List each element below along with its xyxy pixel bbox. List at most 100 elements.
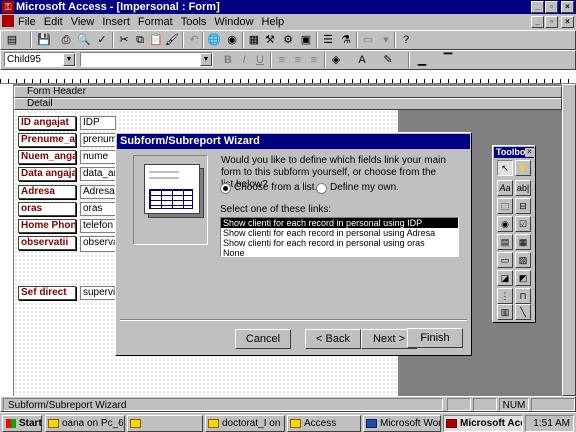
new-object-icon[interactable]: ▾ [378,32,394,48]
option-define-label[interactable]: Define my own. [330,182,399,193]
format-painter-icon[interactable]: 🖌 [164,32,180,48]
line-color-icon[interactable]: ✎ [380,52,396,68]
task-button[interactable]: doctorat_I on P... [205,415,285,432]
print-preview-icon[interactable]: 🔍 [76,32,92,48]
textbox-tool-icon[interactable]: ab| [515,180,531,196]
form-label[interactable]: Nuem_angajat [18,150,76,164]
code-icon[interactable]: ▣ [298,32,314,48]
combo-box-tool-icon[interactable]: ▤ [497,234,513,250]
view-icon[interactable]: ▤ [4,32,20,48]
web-toolbar-icon[interactable]: ◉ [224,32,240,48]
save-icon[interactable]: 💾 [36,32,52,48]
toolbox-close-icon[interactable]: × [525,148,534,157]
align-center-icon[interactable]: ≡ [290,52,306,68]
option-group-tool-icon[interactable]: ⬚ [497,198,513,214]
paste-icon[interactable]: 📋 [148,32,164,48]
form-label[interactable]: Home Phone [18,219,76,233]
toolbox-icon[interactable]: ⚒ [262,32,278,48]
chevron-down-icon[interactable]: ▼ [200,53,212,66]
database-window-icon[interactable]: ▭ [360,32,376,48]
align-right-icon[interactable]: ≡ [306,52,322,68]
vertical-ruler[interactable] [0,84,14,396]
toggle-button-tool-icon[interactable]: ⊟ [515,198,531,214]
subform-tool-icon[interactable]: ▥ [497,304,513,320]
form-label[interactable]: Prenume_ang [18,133,76,147]
horizontal-ruler[interactable] [0,70,576,84]
form-field[interactable]: data_ang [80,167,116,181]
access-key-icon[interactable]: ⚿ [2,1,14,13]
form-field[interactable]: Adresa [80,185,116,199]
task-button[interactable]: Microsoft Word ... [363,415,441,432]
back-button[interactable]: < Back [305,329,361,349]
form-header-bar[interactable]: Form Header [14,86,562,98]
form-label[interactable]: Adresa [18,185,76,199]
form-field[interactable]: nume [80,150,116,164]
doc-minimize-icon[interactable]: _ [531,16,544,28]
form-label[interactable]: oras [18,202,76,216]
label-tool-icon[interactable]: Aa [497,180,513,196]
undo-icon[interactable]: ↶ [186,32,202,48]
list-item[interactable]: Show clienti for each record in personal… [221,218,458,228]
command-button-tool-icon[interactable]: ▭ [497,252,513,268]
wizard-title-bar[interactable]: Subform/Subreport Wizard [117,134,470,149]
font-name-select[interactable]: ▼ [80,52,213,67]
menu-insert[interactable]: Insert [98,14,134,30]
menu-window[interactable]: Window [210,14,257,30]
italic-icon[interactable]: I [236,52,252,68]
form-field[interactable]: telefon [80,219,116,233]
chevron-down-icon[interactable]: ▼ [63,53,75,66]
form-label[interactable]: observatii [18,236,76,250]
unbound-object-tool-icon[interactable]: ◪ [497,270,513,286]
form-field[interactable]: supervizo [80,286,116,300]
page-break-tool-icon[interactable]: ⋮ [497,288,513,304]
task-button[interactable]: Access [287,415,361,432]
select-objects-icon[interactable]: ↖ [497,160,513,176]
menu-edit[interactable]: Edit [40,14,67,30]
menu-format[interactable]: Format [134,14,177,30]
toolbox-palette[interactable]: Toolbox × ↖ ⚡ Aa ab| ⬚ ⊟ ◉ ☑ ▤ ▦ ▭ ▨ ◪ ◩… [492,145,536,323]
menu-tools[interactable]: Tools [177,14,211,30]
build-icon[interactable]: ⚗ [338,32,354,48]
form-label[interactable]: ID angajat [18,116,76,130]
line-tool-icon[interactable]: ╲ [515,304,531,320]
restore-icon[interactable]: ▫ [545,1,558,13]
doc-close-icon[interactable]: × [561,16,574,28]
autoformat-icon[interactable]: ⚙ [280,32,296,48]
task-button[interactable] [127,415,203,432]
option-button-tool-icon[interactable]: ◉ [497,216,513,232]
menu-view[interactable]: View [67,14,99,30]
detail-bar[interactable]: Detail [14,98,562,110]
menu-help[interactable]: Help [258,14,289,30]
list-box-tool-icon[interactable]: ▦ [515,234,531,250]
form-label[interactable]: Data angajarii [18,167,76,181]
copy-icon[interactable]: ⧉ [132,32,148,48]
list-item[interactable]: None [221,248,458,258]
spelling-icon[interactable]: ✓ [94,32,110,48]
window-title-bar[interactable]: Microsoft Access - [Impersonal : Form] [0,0,576,14]
form-field[interactable]: prenume [80,133,116,147]
task-button[interactable]: oana on Pc_6_1 [45,415,125,432]
doc-restore-icon[interactable]: ▫ [545,16,558,28]
tab-control-tool-icon[interactable]: ⊓ [515,288,531,304]
checkbox-tool-icon[interactable]: ☑ [515,216,531,232]
fill-color-icon[interactable]: ◈ [328,52,344,68]
system-tray-clock[interactable]: 1:51 AM [525,415,574,432]
finish-button[interactable]: Finish [407,328,463,348]
form-field[interactable]: IDP [80,116,116,130]
cancel-button[interactable]: Cancel [235,329,291,349]
office-assistant-icon[interactable]: ? [398,32,414,48]
object-select[interactable]: Child95 ▼ [4,52,76,67]
list-item[interactable]: Show clienti for each record in personal… [221,228,458,238]
properties-icon[interactable]: ☰ [320,32,336,48]
border-style-icon[interactable]: ▔ [440,52,456,68]
radio-choose-from-list[interactable] [220,183,231,194]
image-tool-icon[interactable]: ▨ [515,252,531,268]
field-list-icon[interactable]: ▦ [246,32,262,48]
underline-icon[interactable]: U [252,52,268,68]
list-item[interactable]: Show clienti for each record in personal… [221,238,458,248]
line-width-icon[interactable]: ▁ [414,52,430,68]
print-icon[interactable]: ⎙ [58,32,74,48]
control-wizards-icon[interactable]: ⚡ [515,160,531,176]
vertical-scrollbar[interactable] [562,84,576,396]
hyperlink-icon[interactable]: 🌐 [206,32,222,48]
